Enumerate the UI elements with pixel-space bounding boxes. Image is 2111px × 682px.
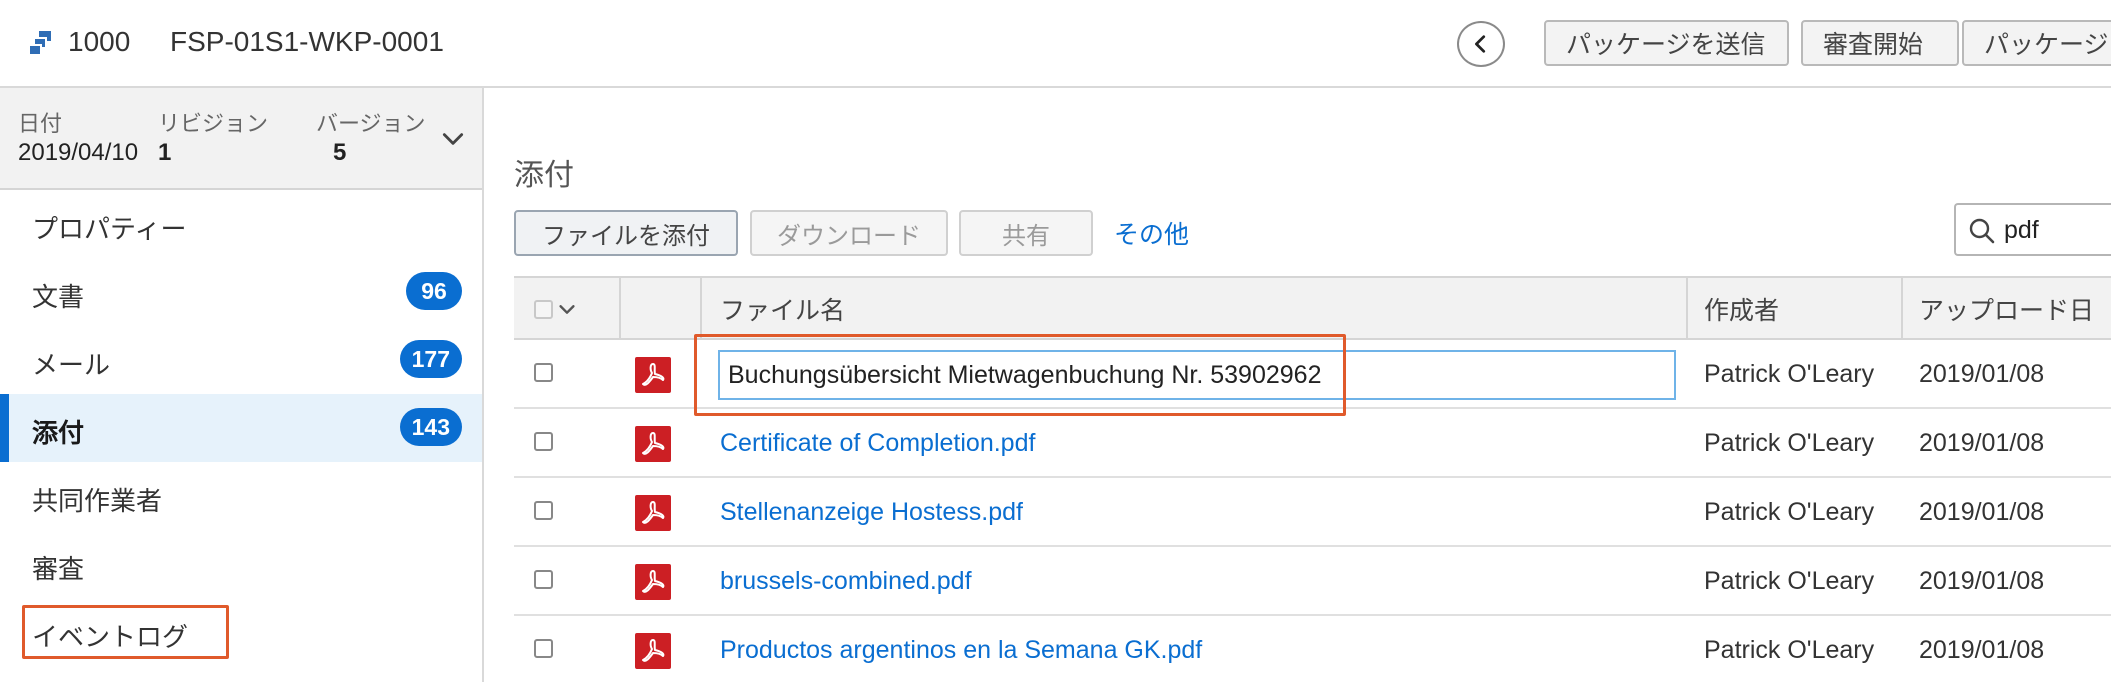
- row-checkbox[interactable]: [534, 570, 553, 589]
- chevron-down-icon: [556, 298, 578, 320]
- table-row[interactable]: Productos argentinos en la Semana GK.pdf…: [514, 616, 2111, 682]
- author-cell: Patrick O'Leary: [1704, 567, 1875, 595]
- sidebar-item-attachments[interactable]: 添付 143: [0, 394, 482, 462]
- sidebar-item-label: イベントログ: [32, 622, 189, 652]
- date-value: 2019/04/10: [18, 139, 139, 166]
- count-badge: 177: [399, 340, 462, 378]
- column-divider: [1686, 278, 1688, 340]
- revision-summary: 日付 リビジョン バージョン 2019/04/10 1 5: [0, 88, 482, 190]
- row-checkbox[interactable]: [534, 363, 553, 382]
- column-header-file-name[interactable]: ファイル名: [720, 278, 845, 340]
- more-link[interactable]: その他: [1114, 210, 1189, 256]
- version-label: バージョン: [316, 111, 426, 136]
- version-value: 5: [333, 139, 347, 166]
- pdf-file-icon: [635, 357, 671, 393]
- attachments-panel: 添付 ファイルを添付 ダウンロード 共有 その他 ファイル名 作成者 アップロー…: [486, 88, 2111, 682]
- select-menu-chevron[interactable]: [556, 278, 578, 340]
- column-header-author[interactable]: 作成者: [1704, 278, 1779, 340]
- pdf-file-icon: [635, 426, 671, 462]
- row-checkbox[interactable]: [534, 432, 553, 451]
- table-row[interactable]: Certificate of Completion.pdf Patrick O'…: [514, 409, 2111, 478]
- search-input[interactable]: [2004, 213, 2110, 247]
- file-name-edit-input[interactable]: [718, 350, 1676, 400]
- author-cell: Patrick O'Leary: [1704, 498, 1875, 526]
- date-cell: 2019/01/08: [1919, 360, 2045, 388]
- checkbox-box: [534, 432, 553, 451]
- revision-value: 1: [158, 139, 172, 166]
- column-divider: [619, 278, 621, 340]
- sidebar-item-label: 文書: [32, 282, 85, 312]
- date-cell: 2019/01/08: [1919, 498, 2045, 526]
- pdf-file-icon: [635, 633, 671, 669]
- revision-label: リビジョン: [158, 111, 269, 136]
- row-checkbox[interactable]: [534, 501, 553, 520]
- sidebar-item-label: 共同作業者: [32, 486, 163, 516]
- checkbox-box: [534, 299, 553, 319]
- author-cell: Patrick O'Leary: [1704, 360, 1875, 388]
- search-icon: [1968, 217, 1996, 245]
- checkbox-box: [534, 501, 553, 520]
- sidebar-item-label: プロパティー: [32, 214, 187, 244]
- page-header: 1000 FSP-01S1-WKP-0001 パッケージを送信 審査開始 パッケ…: [0, 0, 2111, 88]
- column-divider: [700, 278, 702, 340]
- row-checkbox[interactable]: [534, 639, 553, 658]
- share-button[interactable]: 共有: [959, 210, 1093, 256]
- table-row[interactable]: Stellenanzeige Hostess.pdf Patrick O'Lea…: [514, 478, 2111, 547]
- sidebar-item-label: 添付: [32, 418, 85, 448]
- checkbox-box: [534, 570, 553, 589]
- pdf-file-icon: [635, 564, 671, 600]
- sidebar-item-properties[interactable]: プロパティー: [0, 190, 482, 258]
- checkbox-box: [534, 639, 553, 658]
- file-name-link[interactable]: brussels-combined.pdf: [720, 567, 972, 596]
- count-badge: 143: [399, 408, 462, 446]
- file-name-link[interactable]: Productos argentinos en la Semana GK.pdf: [720, 636, 1202, 665]
- left-panel: 日付 リビジョン バージョン 2019/04/10 1 5 プロパティー 文書 …: [0, 88, 484, 682]
- file-name-link[interactable]: Stellenanzeige Hostess.pdf: [720, 498, 1023, 527]
- stacked-squares-icon: [26, 28, 58, 60]
- table-row[interactable]: Patrick O'Leary 2019/01/08: [514, 340, 2111, 409]
- section-title: 添付: [514, 159, 574, 192]
- column-header-uploaded[interactable]: アップロード日: [1919, 278, 2111, 340]
- sidebar-item-label: 審査: [32, 554, 85, 584]
- sidebar-item-documents[interactable]: 文書 96: [0, 258, 482, 326]
- chevron-down-icon[interactable]: [440, 126, 466, 152]
- table-row[interactable]: brussels-combined.pdf Patrick O'Leary 20…: [514, 547, 2111, 616]
- chevron-left-icon: [1470, 33, 1492, 55]
- date-cell: 2019/01/08: [1919, 429, 2045, 457]
- sidebar-item-mail[interactable]: メール 177: [0, 326, 482, 394]
- date-label: 日付: [18, 111, 63, 136]
- pdf-file-icon: [635, 495, 671, 531]
- workpackage-title: FSP-01S1-WKP-0001: [170, 26, 444, 57]
- table-header: ファイル名 作成者 アップロード日: [514, 276, 2111, 340]
- date-cell: 2019/01/08: [1919, 636, 2045, 664]
- workpackage-number: 1000: [68, 26, 131, 57]
- count-badge: 96: [406, 272, 462, 310]
- file-name-link[interactable]: Certificate of Completion.pdf: [720, 429, 1035, 458]
- date-cell: 2019/01/08: [1919, 567, 2045, 595]
- attach-file-button[interactable]: ファイルを添付: [514, 210, 738, 256]
- checkbox-box: [534, 363, 553, 382]
- start-review-button[interactable]: 審査開始: [1801, 20, 1959, 66]
- author-cell: Patrick O'Leary: [1704, 636, 1875, 664]
- sidebar-item-review[interactable]: 審査: [0, 530, 482, 598]
- collapse-panel-button[interactable]: [1457, 21, 1505, 67]
- send-package-button[interactable]: パッケージを送信: [1544, 20, 1789, 66]
- attachments-table: ファイル名 作成者 アップロード日 Patrick O'Leary 2019/0…: [514, 276, 2111, 682]
- column-divider: [1901, 278, 1903, 340]
- sidebar-item-collaborators[interactable]: 共同作業者: [0, 462, 482, 530]
- select-all-checkbox[interactable]: [534, 278, 553, 340]
- package-menu-button[interactable]: パッケージ: [1962, 20, 2111, 66]
- sidebar-item-label: メール: [32, 350, 111, 380]
- author-cell: Patrick O'Leary: [1704, 429, 1875, 457]
- download-button[interactable]: ダウンロード: [750, 210, 948, 256]
- search-box: [1954, 203, 2111, 256]
- sidebar-item-event-log[interactable]: イベントログ: [0, 598, 482, 666]
